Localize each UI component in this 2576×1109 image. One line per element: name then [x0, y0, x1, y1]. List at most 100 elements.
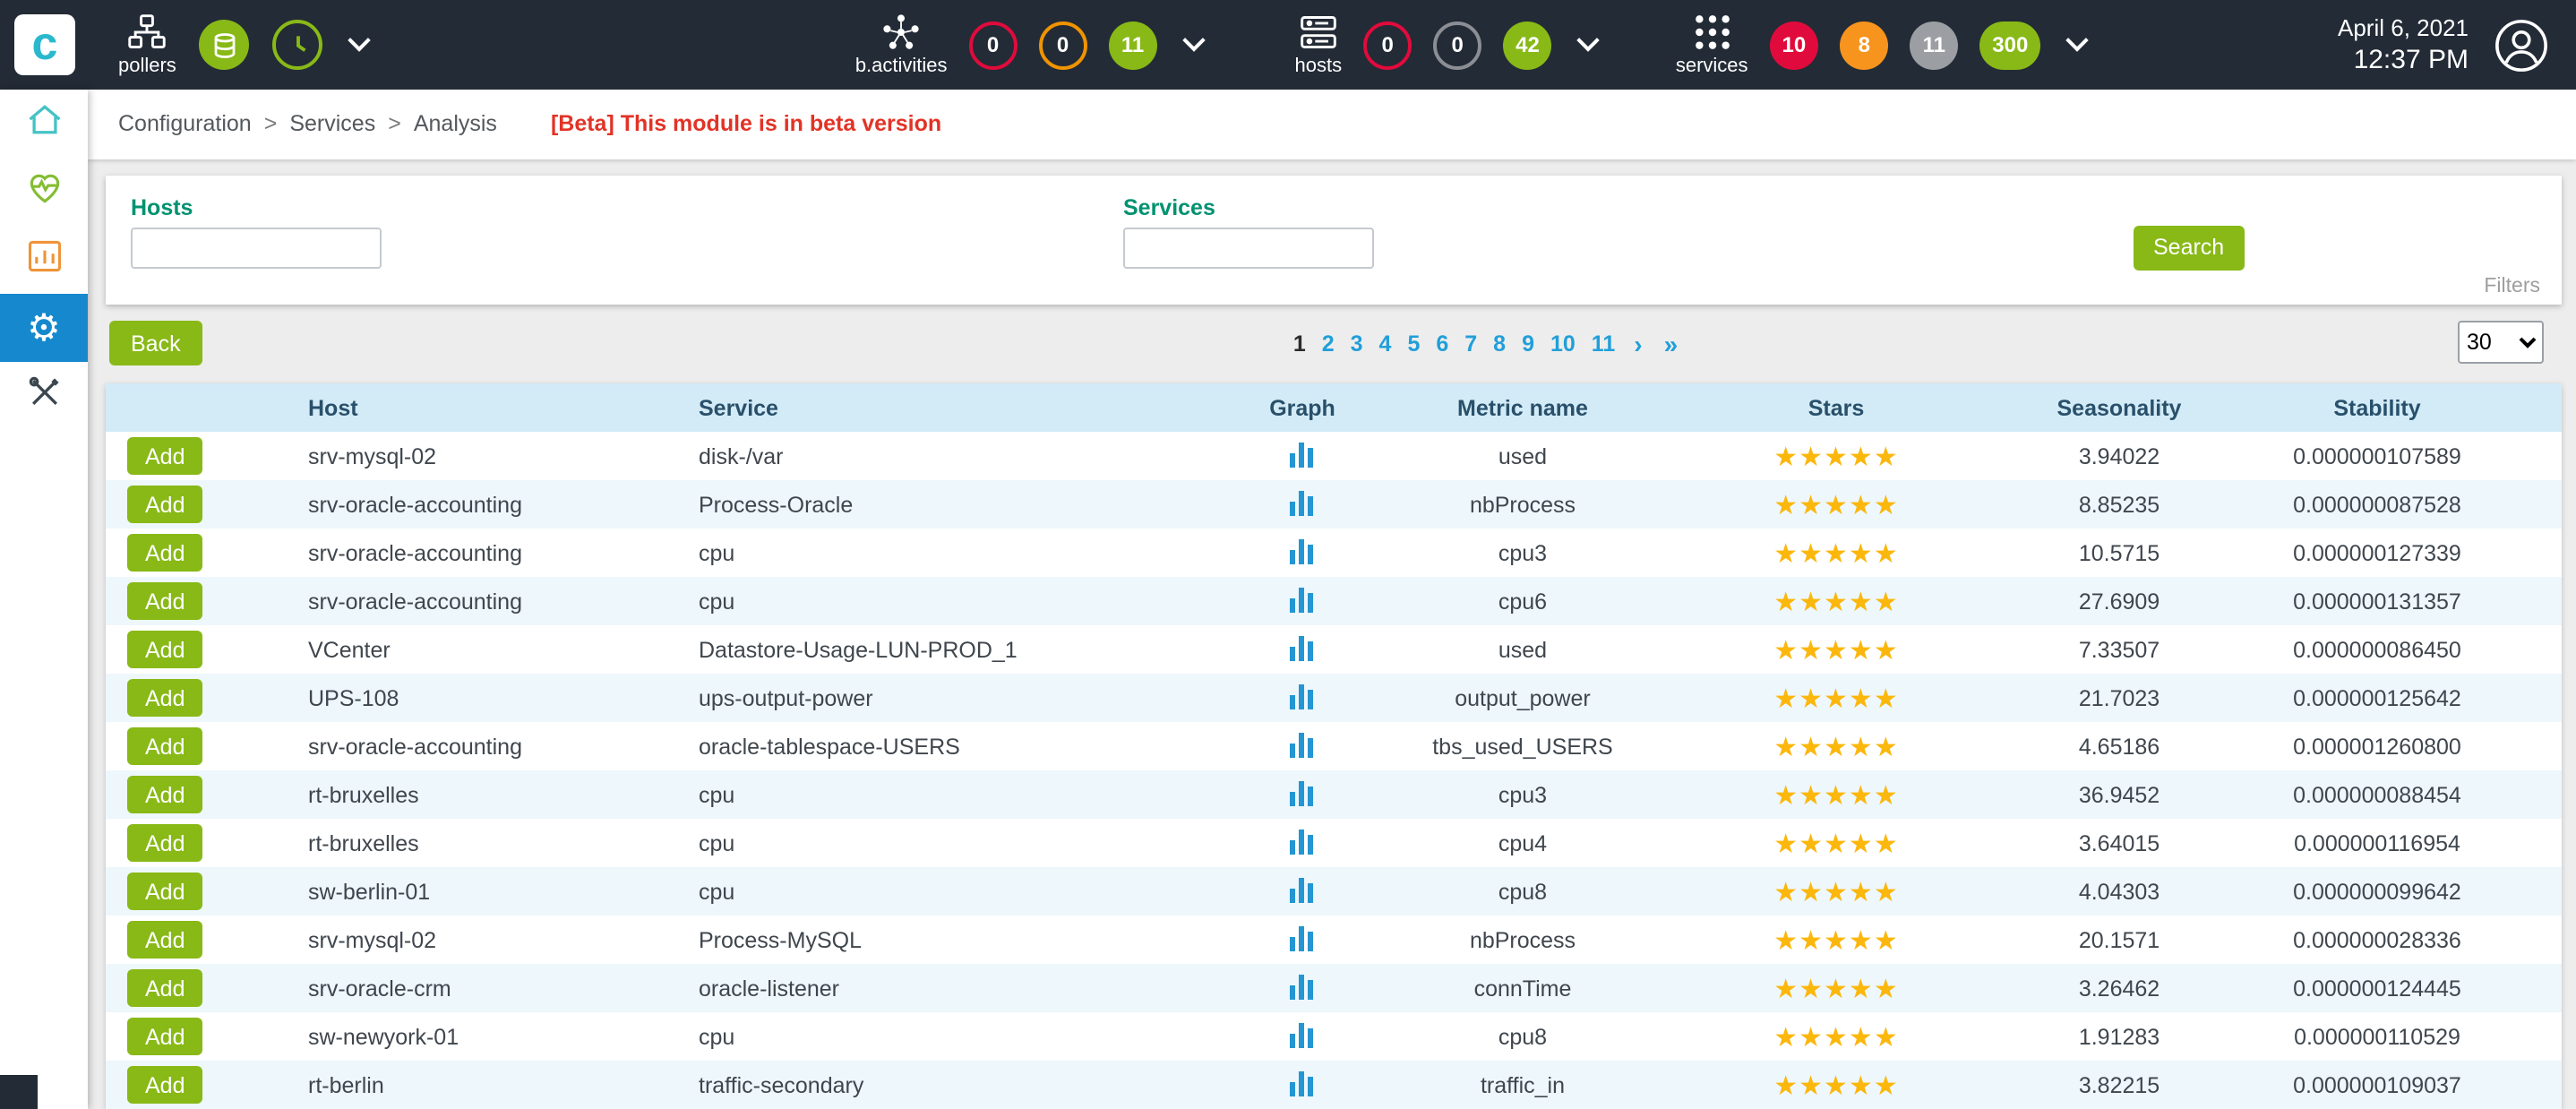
add-button[interactable]: Add	[127, 1018, 203, 1055]
status-badge[interactable]: 300	[1979, 21, 2040, 69]
metric-cell: cpu4	[1419, 819, 1627, 867]
pollers-label: pollers	[118, 56, 176, 77]
sidebar: ⚙	[0, 90, 88, 1109]
metric-cell: traffic_in	[1419, 1061, 1627, 1109]
graph-icon[interactable]	[1290, 488, 1315, 515]
graph-icon[interactable]	[1290, 730, 1315, 757]
hosts-group: hosts 00 42	[1295, 13, 1608, 77]
status-badge[interactable]: 8	[1840, 21, 1888, 69]
add-button[interactable]: Add	[127, 534, 203, 572]
table-row: Add rt-bruxelles cpu cpu4 ★★★★★ 3.64015 …	[106, 819, 2562, 867]
page-link[interactable]: 3	[1351, 331, 1363, 357]
page-link[interactable]: 9	[1522, 331, 1534, 357]
stability-cell: 0.000000131357	[2193, 577, 2562, 625]
status-badge[interactable]: 0	[1433, 21, 1481, 69]
services-icon	[1692, 13, 1731, 52]
graph-icon[interactable]	[1290, 682, 1315, 709]
graph-icon[interactable]	[1290, 585, 1315, 612]
page-link[interactable]: 6	[1436, 331, 1448, 357]
clock: April 6, 2021 12:37 PM	[2338, 14, 2469, 75]
host-cell: srv-mysql-02	[285, 432, 675, 480]
sidebar-item-administration[interactable]	[0, 362, 88, 430]
ba-group: b.activities 00 11	[855, 13, 1213, 77]
poller-latency-status-icon[interactable]	[273, 20, 323, 70]
services-filter-input[interactable]	[1123, 228, 1374, 269]
breadcrumb-services[interactable]: Services	[289, 112, 375, 137]
hosts-menu[interactable]: hosts	[1295, 13, 1343, 77]
graph-icon[interactable]	[1290, 875, 1315, 902]
page-link[interactable]: 2	[1322, 331, 1335, 357]
graph-icon[interactable]	[1290, 827, 1315, 854]
graph-icon[interactable]	[1290, 1069, 1315, 1096]
stability-cell: 0.000000124445	[2193, 964, 2562, 1012]
page-link[interactable]: 8	[1493, 331, 1506, 357]
graph-icon[interactable]	[1290, 1020, 1315, 1047]
status-badge[interactable]: 42	[1503, 21, 1552, 69]
page-link[interactable]: 11	[1592, 331, 1615, 357]
add-button[interactable]: Add	[127, 969, 203, 1007]
business-activities-menu[interactable]: b.activities	[855, 13, 948, 77]
graph-icon[interactable]	[1290, 537, 1315, 563]
pollers-chevron-down-icon[interactable]	[348, 29, 371, 51]
breadcrumb-analysis[interactable]: Analysis	[414, 112, 497, 137]
hosts-filter-input[interactable]	[131, 228, 382, 269]
service-cell: cpu	[675, 577, 1186, 625]
services-menu[interactable]: services	[1676, 13, 1748, 77]
sidebar-item-reporting[interactable]	[0, 226, 88, 294]
sidebar-item-monitoring[interactable]	[0, 158, 88, 226]
poller-database-status-icon[interactable]	[200, 20, 250, 70]
add-button[interactable]: Add	[127, 582, 203, 620]
status-badge[interactable]: 0	[969, 21, 1018, 69]
ba-chevron-down-icon[interactable]	[1182, 29, 1205, 51]
page-link[interactable]: 4	[1379, 331, 1392, 357]
stability-cell: 0.000000087528	[2193, 480, 2562, 529]
add-button[interactable]: Add	[127, 679, 203, 717]
table-row: Add rt-bruxelles cpu cpu3 ★★★★★ 36.9452 …	[106, 770, 2562, 819]
page-size-select[interactable]: 30	[2458, 321, 2544, 364]
metric-cell: nbProcess	[1419, 480, 1627, 529]
centreon-logo[interactable]: c	[14, 14, 75, 75]
breadcrumb-configuration[interactable]: Configuration	[118, 112, 252, 137]
graph-icon[interactable]	[1290, 440, 1315, 467]
page-link[interactable]: 10	[1550, 331, 1576, 357]
graph-icon[interactable]	[1290, 924, 1315, 950]
page-link[interactable]: 7	[1464, 331, 1477, 357]
graph-icon[interactable]	[1290, 972, 1315, 999]
add-button[interactable]: Add	[127, 486, 203, 523]
metric-cell: tbs_used_USERS	[1419, 722, 1627, 770]
add-button[interactable]: Add	[127, 631, 203, 668]
table-row: Add srv-mysql-02 Process-MySQL nbProcess…	[106, 916, 2562, 964]
add-button[interactable]: Add	[127, 1066, 203, 1104]
hosts-chevron-down-icon[interactable]	[1577, 29, 1600, 51]
status-badge[interactable]: 0	[1363, 21, 1412, 69]
graph-icon[interactable]	[1290, 778, 1315, 805]
sidebar-item-configuration[interactable]: ⚙	[0, 294, 88, 362]
add-button[interactable]: Add	[127, 921, 203, 959]
add-button[interactable]: Add	[127, 873, 203, 910]
metric-cell: cpu8	[1419, 867, 1627, 916]
graph-icon[interactable]	[1290, 633, 1315, 660]
header-add	[106, 383, 285, 432]
status-badge[interactable]: 11	[1109, 21, 1157, 69]
add-button[interactable]: Add	[127, 727, 203, 765]
status-badge[interactable]: 0	[1039, 21, 1087, 69]
next-page-icon[interactable]: ›	[1634, 330, 1642, 358]
search-button[interactable]: Search	[2134, 226, 2244, 271]
status-badge[interactable]: 11	[1910, 21, 1958, 69]
add-button[interactable]: Add	[127, 776, 203, 813]
status-badge[interactable]: 10	[1770, 21, 1819, 69]
add-button[interactable]: Add	[127, 437, 203, 475]
services-chevron-down-icon[interactable]	[2066, 29, 2089, 51]
page-link[interactable]: 5	[1407, 331, 1420, 357]
pollers-menu[interactable]: pollers	[118, 13, 176, 77]
add-button[interactable]: Add	[127, 824, 203, 862]
service-cell: oracle-listener	[675, 964, 1186, 1012]
back-button[interactable]: Back	[109, 321, 202, 365]
user-profile-icon[interactable]	[2494, 17, 2549, 73]
last-page-icon[interactable]: »	[1664, 330, 1679, 358]
stars-rating: ★★★★★	[1627, 819, 2046, 867]
page-link-current[interactable]: 1	[1293, 331, 1306, 357]
header-seasonality: Seasonality	[2046, 383, 2193, 432]
table-body: Add srv-mysql-02 disk-/var used ★★★★★ 3.…	[106, 432, 2562, 1109]
sidebar-item-home[interactable]	[0, 90, 88, 158]
